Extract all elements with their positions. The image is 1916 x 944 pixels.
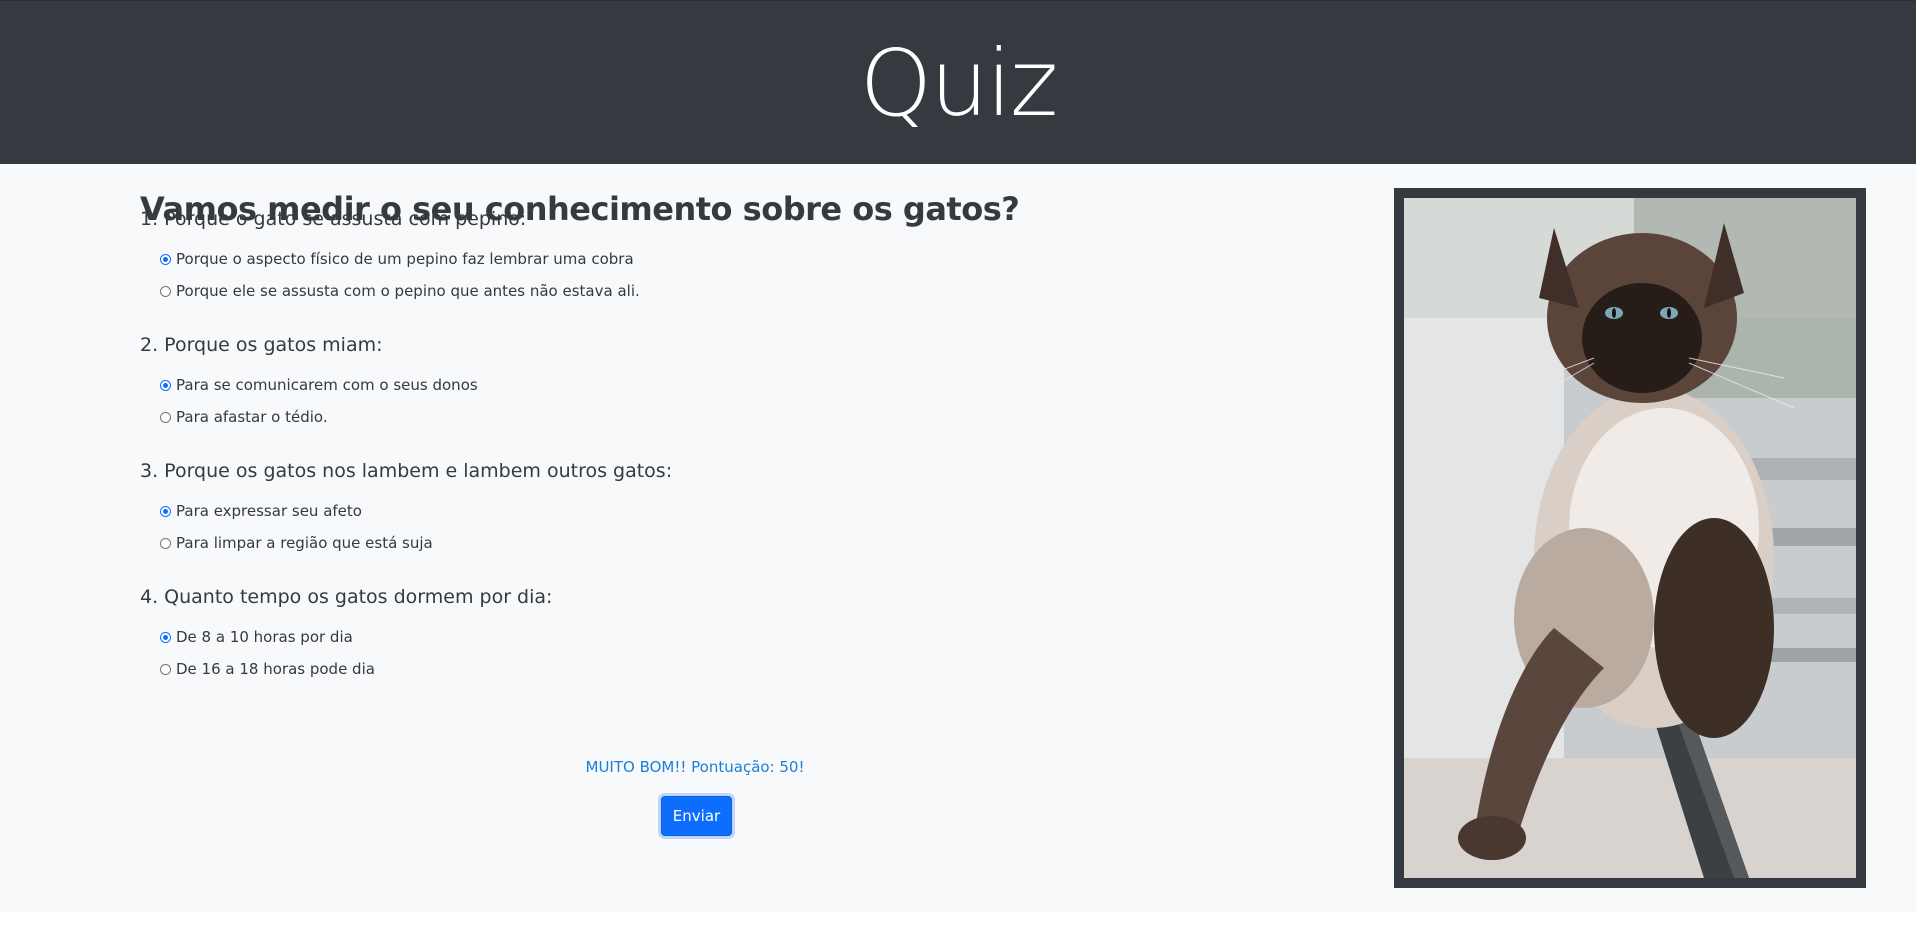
option-label: Porque ele se assusta com o pepino que a… [176, 282, 640, 300]
question-1-label: 1. Porque o gato se assusta com pepino: [140, 208, 527, 230]
radio-button[interactable] [160, 285, 171, 297]
cat-photo-frame [1394, 188, 1866, 888]
radio-button[interactable] [160, 411, 171, 423]
radio-button[interactable] [160, 663, 171, 675]
question-4-option-2[interactable]: De 16 a 18 horas pode dia [160, 660, 375, 678]
radio-button[interactable] [160, 379, 171, 391]
question-3-option-2[interactable]: Para limpar a região que está suja [160, 534, 433, 552]
option-label: Porque o aspecto físico de um pepino faz… [176, 250, 634, 268]
question-2-option-1[interactable]: Para se comunicarem com o seus donos [160, 376, 478, 394]
cat-photo [1404, 198, 1856, 878]
question-4-label: 4. Quanto tempo os gatos dormem por dia: [140, 586, 553, 608]
radio-button[interactable] [160, 505, 171, 517]
cat-illustration [1404, 198, 1856, 878]
question-4-option-1[interactable]: De 8 a 10 horas por dia [160, 628, 353, 646]
option-label: Para expressar seu afeto [176, 502, 362, 520]
option-label: Para afastar o tédio. [176, 408, 328, 426]
submit-button[interactable]: Enviar [661, 796, 732, 836]
page-title: Quiz [859, 29, 1059, 137]
radio-button[interactable] [160, 631, 171, 643]
radio-button[interactable] [160, 253, 171, 265]
option-label: Para se comunicarem com o seus donos [176, 376, 478, 394]
question-2-option-2[interactable]: Para afastar o tédio. [160, 408, 328, 426]
question-1-option-1[interactable]: Porque o aspecto físico de um pepino faz… [160, 250, 634, 268]
question-1-option-2[interactable]: Porque ele se assusta com o pepino que a… [160, 282, 640, 300]
option-label: De 8 a 10 horas por dia [176, 628, 353, 646]
page-header: Quiz [0, 0, 1916, 165]
question-3-label: 3. Porque os gatos nos lambem e lambem o… [140, 460, 673, 482]
option-label: Para limpar a região que está suja [176, 534, 433, 552]
option-label: De 16 a 18 horas pode dia [176, 660, 375, 678]
radio-button[interactable] [160, 537, 171, 549]
question-3-option-1[interactable]: Para expressar seu afeto [160, 502, 362, 520]
score-message: MUITO BOM!! Pontuação: 50! [585, 758, 805, 776]
question-2-label: 2. Porque os gatos miam: [140, 334, 383, 356]
quiz-section: Vamos medir o seu conhecimento sobre os … [0, 164, 1916, 912]
